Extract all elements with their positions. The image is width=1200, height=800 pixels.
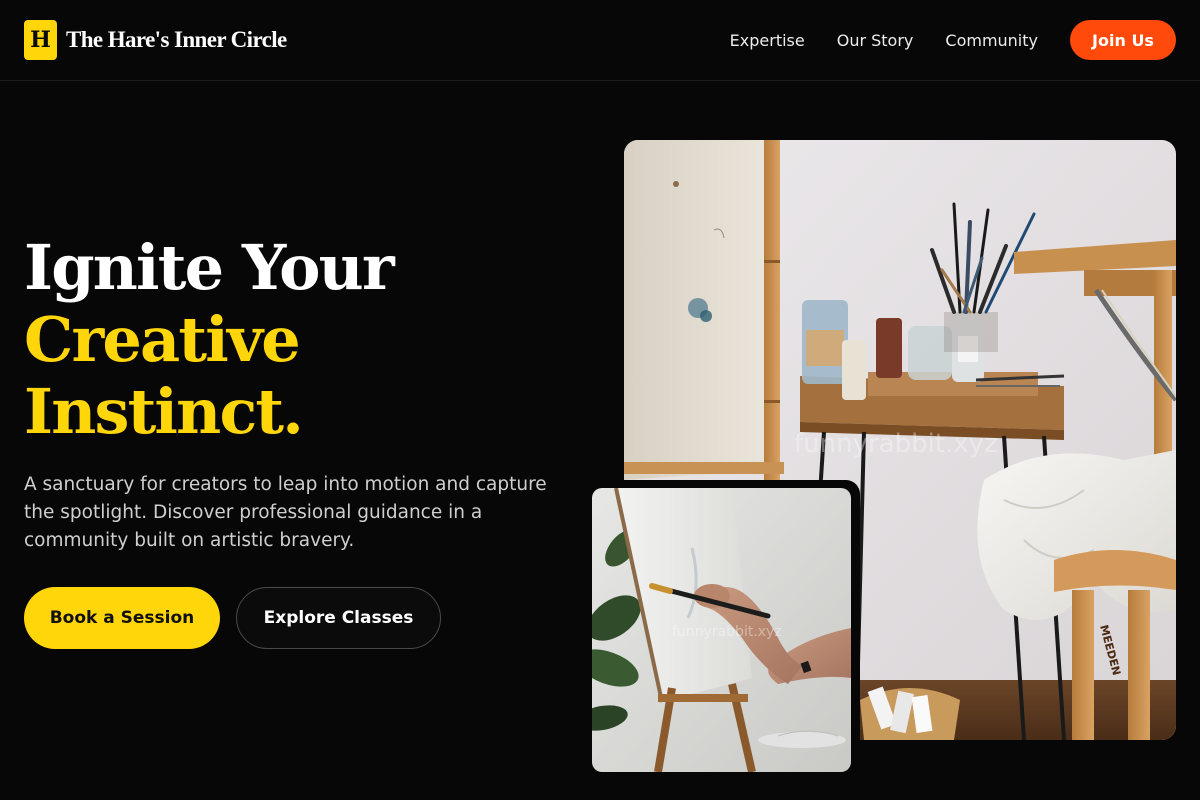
nav-link-our-story[interactable]: Our Story (837, 31, 914, 50)
nav-link-expertise[interactable]: Expertise (730, 31, 805, 50)
inset-image-watermark: funnyrabbit.xyz (672, 624, 782, 640)
site-header: H The Hare's Inner Circle Expertise Our … (0, 0, 1200, 81)
brand-name: The Hare's Inner Circle (66, 27, 287, 52)
painting-photo: funnyrabbit.xyz (592, 488, 851, 772)
join-us-button[interactable]: Join Us (1070, 20, 1176, 60)
brand-logo-link[interactable]: H The Hare's Inner Circle (24, 20, 287, 60)
main-image-watermark: funnyrabbit.xyz (794, 429, 998, 459)
explore-classes-button[interactable]: Explore Classes (236, 587, 441, 649)
book-session-button[interactable]: Book a Session (24, 587, 220, 649)
hero-description: A sanctuary for creators to leap into mo… (24, 474, 547, 551)
logo-icon: H (24, 20, 57, 60)
hero-title: Ignite Your Creative Instinct. (24, 231, 395, 448)
hero-title-line-3: Instinct. (24, 375, 304, 448)
nav-link-community[interactable]: Community (945, 31, 1038, 50)
hero-title-line-1: Ignite Your (24, 231, 395, 304)
main-nav: Expertise Our Story Community Join Us (730, 20, 1176, 60)
hero-title-line-2: Creative (24, 303, 301, 376)
